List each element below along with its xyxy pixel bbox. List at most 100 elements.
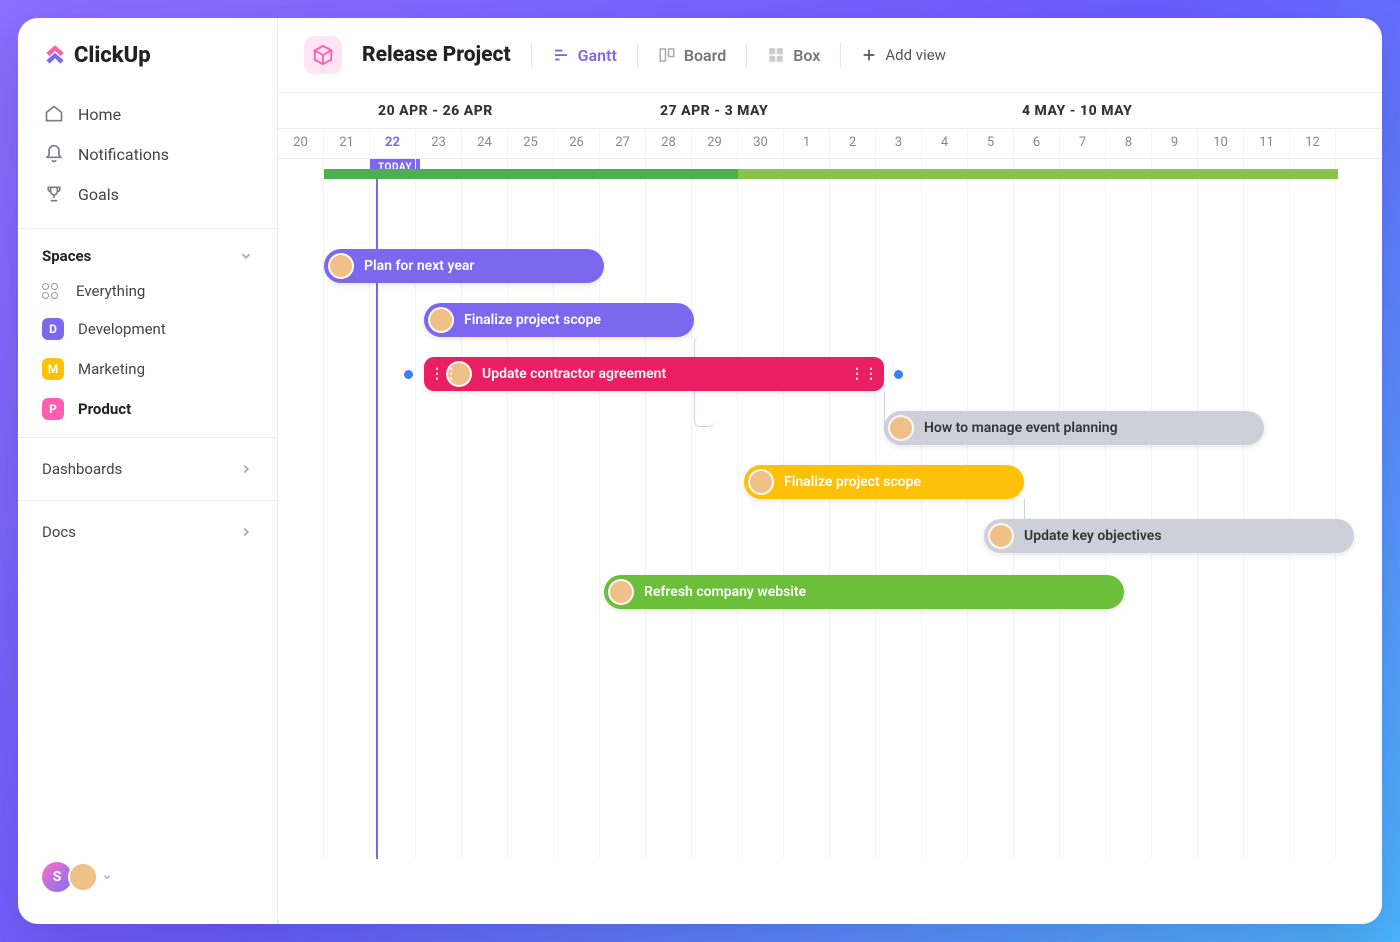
view-tab-label: Board xyxy=(684,46,726,65)
assignee-avatar[interactable] xyxy=(608,579,634,605)
space-development[interactable]: D Development xyxy=(18,309,277,349)
task-bar[interactable]: Finalize project scope xyxy=(744,465,1024,499)
day-cell[interactable]: 29 xyxy=(692,129,738,158)
task-bar[interactable]: Refresh company website xyxy=(604,575,1124,609)
view-tab-label: Box xyxy=(793,46,820,65)
chevron-down-icon xyxy=(239,249,253,263)
day-cell[interactable]: 8 xyxy=(1106,129,1152,158)
box-icon xyxy=(767,46,785,64)
brand-logo[interactable]: ClickUp xyxy=(18,42,277,88)
nav-dashboards[interactable]: Dashboards xyxy=(18,446,277,492)
day-cell[interactable]: 24 xyxy=(462,129,508,158)
chevron-right-icon xyxy=(239,525,253,539)
nav-home-label: Home xyxy=(78,105,121,124)
day-cell[interactable]: 28 xyxy=(646,129,692,158)
task-bar[interactable]: Plan for next year xyxy=(324,249,604,283)
nav-notifications[interactable]: Notifications xyxy=(34,134,261,174)
nav-home[interactable]: Home xyxy=(34,94,261,134)
day-cell[interactable]: 4 xyxy=(922,129,968,158)
day-cell[interactable]: 9 xyxy=(1152,129,1198,158)
cube-icon xyxy=(312,44,334,66)
day-cell[interactable]: 27 xyxy=(600,129,646,158)
task-label: How to manage event planning xyxy=(924,420,1118,436)
day-cell[interactable]: 25 xyxy=(508,129,554,158)
day-cell[interactable]: 1 xyxy=(784,129,830,158)
grid-column xyxy=(600,159,646,859)
bell-icon xyxy=(44,144,64,164)
day-cell[interactable]: 21 xyxy=(324,129,370,158)
task-label: Finalize project scope xyxy=(464,312,601,328)
gantt-body[interactable]: TODAY Plan for next yearFinalize project… xyxy=(278,159,1382,859)
trophy-icon xyxy=(44,184,64,204)
week-header-row: 20 APR - 26 APR 27 APR - 3 MAY 4 MAY - 1… xyxy=(278,93,1382,129)
space-label: Marketing xyxy=(78,360,145,378)
day-cell[interactable]: 20 xyxy=(278,129,324,158)
grid-column xyxy=(1060,159,1106,859)
week-header: 4 MAY - 10 MAY xyxy=(922,93,1244,128)
grid-column xyxy=(784,159,830,859)
view-tab-box[interactable]: Box xyxy=(767,46,820,65)
grid-column xyxy=(278,159,324,859)
task-bar[interactable]: Update key objectives xyxy=(984,519,1354,553)
space-label: Development xyxy=(78,320,166,338)
gantt-timeline: 20 APR - 26 APR 27 APR - 3 MAY 4 MAY - 1… xyxy=(278,93,1382,924)
dependency-handle-start[interactable] xyxy=(404,370,413,379)
assignee-avatar[interactable] xyxy=(428,307,454,333)
day-cell[interactable]: 23 xyxy=(416,129,462,158)
day-cell[interactable]: 11 xyxy=(1244,129,1290,158)
day-cell[interactable]: 7 xyxy=(1060,129,1106,158)
resize-handle-right[interactable]: ⋮⋮ xyxy=(850,366,878,382)
space-product[interactable]: P Product xyxy=(18,389,277,429)
assignee-avatar[interactable] xyxy=(888,415,914,441)
view-tab-board[interactable]: Board xyxy=(658,46,726,65)
week-header: 27 APR - 3 MAY xyxy=(600,93,922,128)
grid-column xyxy=(1244,159,1290,859)
task-bar[interactable]: Finalize project scope xyxy=(424,303,694,337)
day-cell[interactable]: 5 xyxy=(968,129,1014,158)
assignee-avatar[interactable] xyxy=(988,523,1014,549)
assignee-avatar[interactable] xyxy=(328,253,354,279)
day-cell[interactable]: 2 xyxy=(830,129,876,158)
task-bar[interactable]: Update contractor agreement⋮⋮⋮⋮ xyxy=(424,357,884,391)
app-window: ClickUp Home Notifications Goals Spaces … xyxy=(18,18,1382,924)
day-cell[interactable]: 30 xyxy=(738,129,784,158)
plus-icon xyxy=(861,47,877,63)
grid-column xyxy=(1106,159,1152,859)
nav-goals[interactable]: Goals xyxy=(34,174,261,214)
dependency-handle-end[interactable] xyxy=(894,370,903,379)
space-badge: P xyxy=(42,398,64,420)
progress-segment xyxy=(738,169,1338,179)
assignee-avatar[interactable] xyxy=(748,469,774,495)
project-icon[interactable] xyxy=(304,36,342,74)
grid-column xyxy=(830,159,876,859)
task-label: Plan for next year xyxy=(364,258,474,274)
space-label: Product xyxy=(78,400,131,418)
user-switcher[interactable]: S xyxy=(18,846,277,908)
user-avatar-photo xyxy=(68,862,98,892)
space-everything[interactable]: Everything xyxy=(18,273,277,309)
view-tab-gantt[interactable]: Gantt xyxy=(552,46,617,65)
main-content: Release Project Gantt Board Box Add view xyxy=(278,18,1382,924)
day-header-row: 2021222324252627282930123456789101112 xyxy=(278,129,1382,159)
spaces-header-label: Spaces xyxy=(42,247,91,265)
space-marketing[interactable]: M Marketing xyxy=(18,349,277,389)
nav-primary: Home Notifications Goals xyxy=(18,88,277,220)
day-cell[interactable]: 22 xyxy=(370,129,416,158)
gantt-icon xyxy=(552,46,570,64)
nav-docs[interactable]: Docs xyxy=(18,509,277,555)
grid-column xyxy=(876,159,922,859)
day-cell[interactable]: 6 xyxy=(1014,129,1060,158)
space-everything-label: Everything xyxy=(76,282,145,300)
grid-column xyxy=(738,159,784,859)
day-cell[interactable]: 12 xyxy=(1290,129,1336,158)
day-cell[interactable]: 26 xyxy=(554,129,600,158)
board-icon xyxy=(658,46,676,64)
day-cell[interactable]: 10 xyxy=(1198,129,1244,158)
nav-dashboards-label: Dashboards xyxy=(42,460,122,478)
task-bar[interactable]: How to manage event planning xyxy=(884,411,1264,445)
add-view-button[interactable]: Add view xyxy=(861,46,946,64)
day-cell[interactable]: 3 xyxy=(876,129,922,158)
grid-column xyxy=(1290,159,1336,859)
spaces-header[interactable]: Spaces xyxy=(18,237,277,273)
resize-handle-left[interactable]: ⋮⋮ xyxy=(430,366,458,382)
